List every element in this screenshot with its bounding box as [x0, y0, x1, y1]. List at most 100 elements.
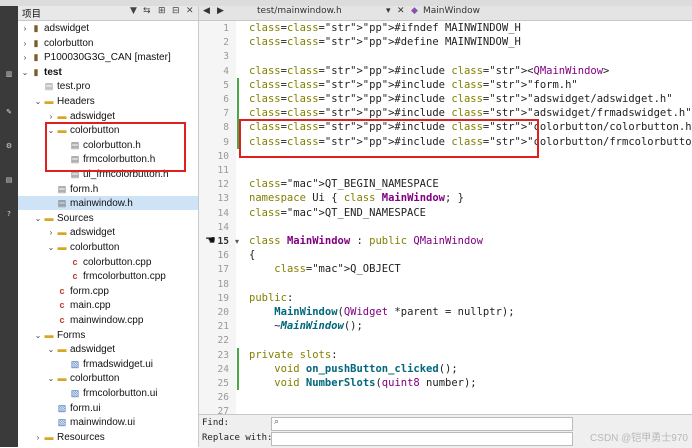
code-line[interactable]: class="mac">QT_BEGIN_NAMESPACE [249, 178, 439, 190]
find-replace-bar: Find: Replace with: ⌕ CSDN @铠甲勇士970 [199, 414, 692, 448]
code-line[interactable]: class=class="str">"pp">#include class="s… [249, 107, 692, 119]
tree-item[interactable]: c main.cpp [18, 298, 198, 312]
line-number: 9 [223, 136, 229, 148]
chevron-down-icon[interactable]: ⌄ [46, 343, 56, 357]
chevron-down-icon[interactable]: ⌄ [46, 124, 56, 138]
mode-help-icon[interactable]: ? [0, 210, 18, 218]
line-number: 26 [217, 392, 229, 404]
code-line[interactable]: class="mac">QT_END_NAMESPACE [249, 207, 426, 219]
code-line[interactable]: class=class="str">"pp">#include class="s… [249, 65, 609, 77]
symbol-dropdown[interactable]: MainWindow [423, 6, 480, 16]
code-line[interactable]: class=class="str">"pp">#include class="s… [249, 136, 692, 148]
line-number: 3 [223, 51, 229, 63]
code-line[interactable]: void NumberSlots(quint8 number); [249, 377, 476, 389]
h-file-icon: ▤ [70, 139, 80, 150]
nav-forward-icon[interactable]: ▶ [217, 6, 224, 16]
chevron-down-icon[interactable]: ⌄ [20, 66, 30, 80]
line-number: 14 [217, 207, 229, 219]
tree-item-label: colorbutton.cpp [83, 256, 152, 268]
tree-item[interactable]: ▤ mainwindow.h [18, 196, 198, 211]
replace-input[interactable] [271, 432, 573, 446]
code-line[interactable]: class="mac">Q_OBJECT [249, 263, 400, 275]
code-line[interactable]: class=class="str">"pp">#include class="s… [249, 93, 673, 105]
tree-item[interactable]: ▤ test.pro [18, 79, 198, 93]
tree-item[interactable]: c mainwindow.cpp [18, 313, 198, 327]
chevron-down-icon[interactable]: ⌄ [33, 212, 43, 226]
code-line[interactable]: void on_pushButton_clicked(); [249, 363, 457, 375]
tree-item[interactable]: › ▮ adswidget [18, 21, 198, 35]
project-panel-title: 项目 [22, 9, 42, 20]
document-dropdown-icon[interactable]: ▾ [386, 6, 391, 16]
tree-item[interactable]: ▤ ui_frmcolorbutton.h [18, 167, 198, 181]
code-line[interactable]: namespace Ui { class MainWindow; } [249, 192, 464, 204]
mode-edit-icon[interactable]: ▥ [0, 70, 18, 78]
tree-item[interactable]: ⌄ ▬ colorbutton [18, 240, 198, 254]
h-file-icon: ▤ [70, 169, 80, 179]
tree-item[interactable]: ⌄ ▬ adswidget [18, 342, 198, 356]
tree-item[interactable]: ⌄ ▬ colorbutton [18, 371, 198, 385]
tree-item-label: colorbutton [44, 37, 94, 49]
tree-item[interactable]: ⌄ ▬ Headers [18, 94, 198, 108]
chevron-right-icon[interactable]: › [20, 51, 30, 65]
code-line[interactable]: class=class="str">"pp">#ifndef MAINWINDO… [249, 22, 521, 34]
folder-file-icon: ▬ [57, 344, 67, 355]
tree-item[interactable]: ▤ colorbutton.h [18, 138, 198, 152]
chevron-down-icon[interactable]: ⌄ [46, 372, 56, 386]
code-line[interactable]: class MainWindow : public QMainWindow [249, 235, 483, 247]
sync-icon[interactable]: ⇆ [143, 6, 151, 16]
chevron-right-icon[interactable]: › [46, 226, 56, 240]
chevron-right-icon[interactable]: › [20, 37, 30, 51]
close-document-icon[interactable]: ✕ [397, 6, 405, 16]
chevron-right-icon[interactable]: › [33, 431, 43, 445]
code-line[interactable]: public: [249, 292, 293, 304]
code-line[interactable]: class=class="str">"pp">#include class="s… [249, 79, 578, 91]
chevron-down-icon[interactable]: ⌄ [46, 241, 56, 255]
fold-arrow-icon[interactable]: ▾ [235, 237, 239, 246]
tree-item[interactable]: c frmcolorbutton.cpp [18, 269, 198, 283]
tree-item[interactable]: ▧ frmadswidget.ui [18, 357, 198, 371]
tree-item[interactable]: › ▬ adswidget [18, 109, 198, 123]
filter-icon[interactable]: ▼ [130, 6, 137, 16]
code-line[interactable]: private slots: [249, 349, 338, 361]
tree-item[interactable]: ▧ form.ui [18, 401, 198, 415]
split-icon[interactable]: ⊞ [158, 6, 166, 16]
tree-item-label: colorbutton.h [83, 139, 141, 151]
code-line[interactable]: ~MainWindow(); [249, 320, 363, 332]
code-line[interactable]: class=class="str">"pp">#include class="s… [249, 121, 692, 133]
code-line[interactable]: MainWindow(QWidget *parent = nullptr); [249, 306, 514, 318]
tree-item[interactable]: › ▬ adswidget [18, 225, 198, 239]
tree-item[interactable]: › ▬ Resources [18, 430, 198, 444]
nav-back-icon[interactable]: ◀ [203, 6, 210, 16]
chevron-down-icon[interactable]: ⌄ [33, 95, 43, 109]
line-number: 6 [223, 94, 229, 105]
tree-item[interactable]: ▤ frmcolorbutton.h [18, 152, 198, 166]
tree-item[interactable]: › ▮ colorbutton [18, 36, 198, 50]
chevron-right-icon[interactable]: › [20, 22, 30, 36]
mode-design-icon[interactable]: ✎ [0, 108, 18, 116]
split-vertical-icon[interactable]: ⊟ [172, 6, 180, 16]
tree-item[interactable]: ▧ frmcolorbutton.ui [18, 386, 198, 400]
tree-item-label: frmcolorbutton.ui [83, 388, 158, 399]
close-panel-icon[interactable]: ✕ [186, 6, 194, 16]
tree-item[interactable]: c colorbutton.cpp [18, 255, 198, 269]
chevron-down-icon[interactable]: ⌄ [33, 329, 43, 343]
chevron-right-icon[interactable]: › [46, 110, 56, 124]
code-line[interactable]: class=class="str">"pp">#define MAINWINDO… [249, 36, 521, 48]
tree-item[interactable]: ⌄ ▮ test [18, 65, 198, 79]
code-line[interactable]: { [249, 249, 255, 261]
line-number: 5 [223, 79, 229, 91]
find-label: Find: [202, 418, 230, 428]
tree-item[interactable]: ▧ mainwindow.ui [18, 415, 198, 429]
mode-debug-icon[interactable]: ⚙ [0, 142, 18, 150]
tree-item[interactable]: c form.cpp [18, 284, 198, 298]
tree-item[interactable]: ⌄ ▬ Sources [18, 211, 198, 225]
tree-item[interactable]: ⌄ ▬ Forms [18, 328, 198, 342]
line-number: 11 [217, 165, 229, 176]
tree-item[interactable]: › ▮ P100030G3G_CAN [master] [18, 50, 198, 64]
tree-item[interactable]: ▤ form.h [18, 182, 198, 196]
find-input[interactable]: ⌕ [271, 417, 573, 431]
tree-item[interactable]: ⌄ ▬ colorbutton [18, 123, 198, 137]
mode-projects-icon[interactable]: ▤ [0, 176, 18, 184]
folder-file-icon: ▬ [44, 212, 54, 223]
document-tab[interactable]: test/mainwindow.h [257, 6, 342, 16]
